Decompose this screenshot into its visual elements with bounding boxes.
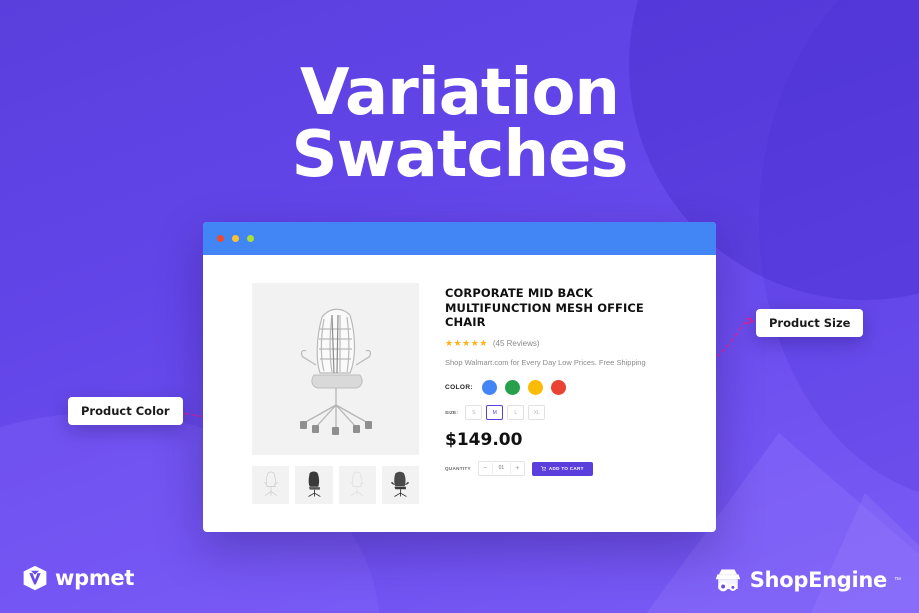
shopengine-mark-icon (715, 569, 740, 592)
product-detail: CORPORATE MID BACK MULTIFUNCTION MESH OF… (203, 255, 716, 504)
close-window-dot[interactable] (217, 235, 224, 242)
callout-product-size: Product Size (756, 309, 864, 337)
wpmet-logo-text: wpmet (55, 566, 135, 590)
shopengine-logo-text: ShopEngine (749, 568, 888, 592)
callout-product-color: Product Color (68, 397, 183, 425)
chair-thumb-dark-icon (308, 471, 321, 497)
review-count[interactable]: (45 Reviews) (493, 339, 540, 348)
shopping-cart-icon (540, 466, 546, 472)
product-thumbnail[interactable] (252, 466, 290, 504)
product-info: CORPORATE MID BACK MULTIFUNCTION MESH OF… (445, 283, 694, 504)
add-to-cart-row: QUANTITY − 01 + ADD TO CART (445, 461, 694, 477)
color-attribute-row: COLOR: (445, 380, 694, 396)
minimize-window-dot[interactable] (232, 235, 239, 242)
page-title: Variation Swatches (0, 61, 919, 193)
product-thumbnail[interactable] (295, 466, 333, 504)
wpmet-mark-icon (23, 565, 47, 591)
background-blob-bottom-right-2 (739, 493, 919, 613)
quantity-value[interactable]: 01 (491, 463, 511, 475)
product-tagline: Shop Walmart.com for Every Day Low Price… (445, 358, 646, 368)
add-to-cart-button[interactable]: ADD TO CART (531, 461, 593, 476)
quantity-stepper[interactable]: − 01 + (477, 461, 525, 477)
size-attribute-row: SIZE: S M L XL (445, 405, 694, 421)
color-label: COLOR: (445, 384, 474, 392)
browser-titlebar (203, 222, 716, 255)
product-gallery (252, 283, 419, 504)
product-thumbnails (252, 466, 419, 504)
size-option-xl[interactable]: XL (528, 405, 546, 421)
product-thumbnail[interactable] (338, 466, 376, 504)
color-swatch-red[interactable] (551, 380, 567, 396)
size-label: SIZE: (445, 410, 459, 416)
add-to-cart-label: ADD TO CART (548, 466, 584, 472)
product-title: CORPORATE MID BACK MULTIFUNCTION MESH OF… (445, 286, 644, 330)
color-swatches (482, 380, 567, 396)
chair-thumb-outline-icon (350, 471, 365, 496)
chair-thumb-mesh-icon (391, 471, 410, 497)
color-swatch-blue[interactable] (482, 380, 498, 396)
size-option-l[interactable]: L (507, 405, 525, 421)
shopengine-logo: ShopEngine ™ (713, 567, 901, 593)
promo-banner: Variation Swatches CORPORATE MID BACK MU… (0, 0, 919, 613)
browser-window: CORPORATE MID BACK MULTIFUNCTION MESH OF… (203, 222, 716, 532)
quantity-label: QUANTITY (445, 466, 471, 472)
product-price: $149.00 (445, 430, 523, 451)
size-swatches: S M L XL (465, 405, 546, 421)
maximize-window-dot[interactable] (247, 235, 254, 242)
size-option-m[interactable]: M (486, 405, 504, 421)
product-thumbnail[interactable] (381, 466, 419, 504)
quantity-decrement-button[interactable]: − (479, 463, 492, 474)
quantity-increment-button[interactable]: + (511, 463, 524, 474)
headline-line-2: Swatches (291, 118, 629, 193)
product-rating: ★★★★★ (45 Reviews) (445, 338, 694, 349)
color-swatch-green[interactable] (505, 380, 521, 396)
chair-thumb-light-icon (263, 471, 278, 496)
rating-stars-icon: ★★★★★ (445, 338, 488, 349)
product-main-image[interactable] (252, 283, 419, 455)
trademark-symbol: ™ (894, 576, 901, 584)
size-option-s[interactable]: S (465, 405, 483, 421)
wpmet-logo: wpmet (22, 565, 134, 591)
color-swatch-yellow[interactable] (528, 380, 544, 396)
office-chair-illustration (299, 308, 372, 435)
